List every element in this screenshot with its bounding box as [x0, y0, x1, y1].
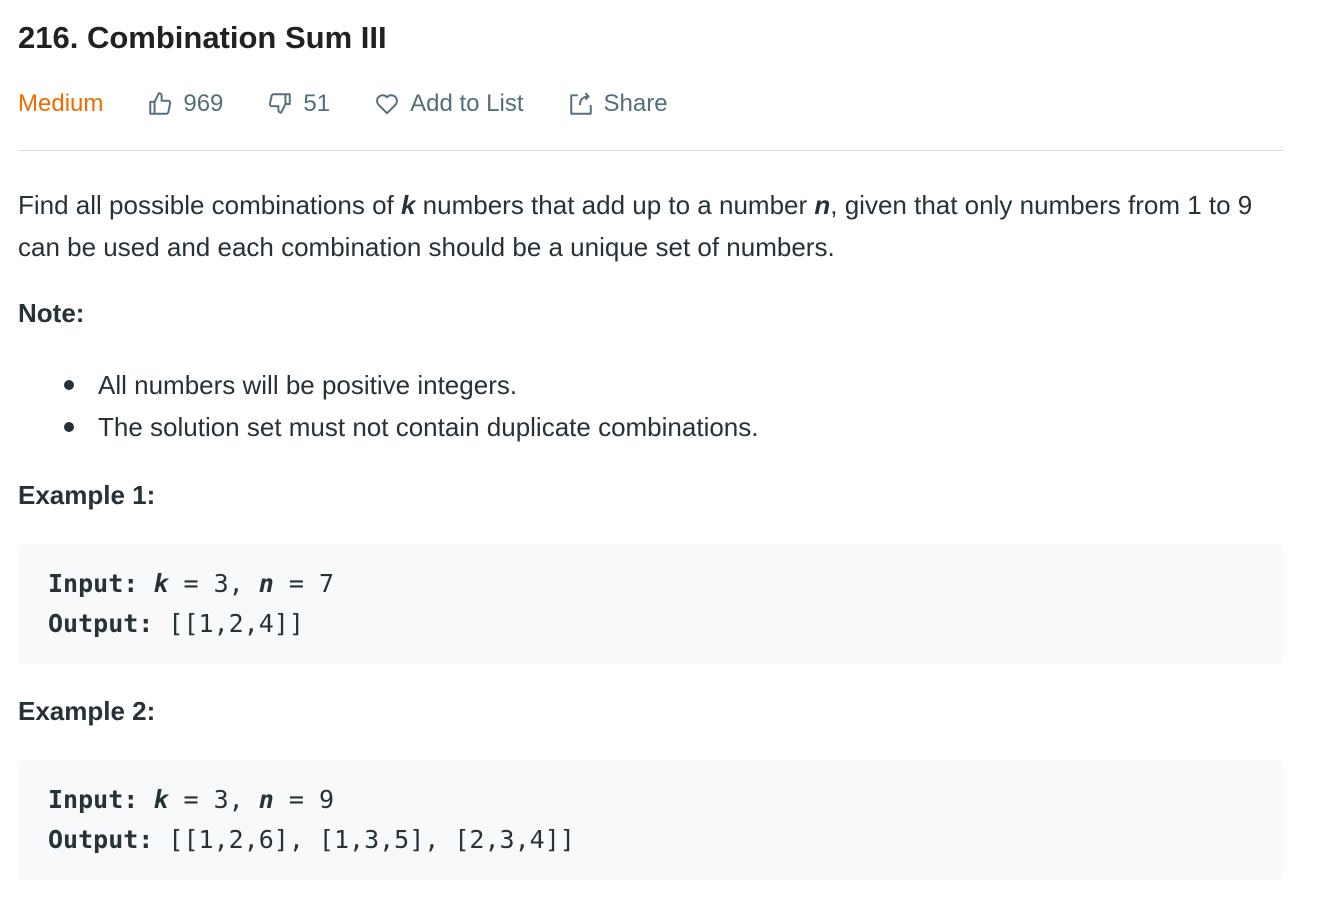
example-2-output-line: Output: [[1,2,6], [1,3,5], [2,3,4]]	[48, 820, 1284, 860]
add-to-list-button[interactable]: Add to List	[374, 90, 524, 118]
thumbs-down-icon	[267, 91, 293, 117]
example-2-heading: Example 2:	[18, 696, 156, 726]
meta-divider	[18, 150, 1284, 151]
note-list: All numbers will be positive integers. T…	[18, 364, 759, 448]
like-button[interactable]: 969	[147, 90, 223, 118]
dislike-count: 51	[303, 90, 331, 117]
dislike-button[interactable]: 51	[267, 90, 330, 118]
description-text-2: numbers that add up to a number	[415, 190, 815, 220]
note-item: All numbers will be positive integers.	[18, 364, 759, 406]
variable-n: n	[258, 569, 274, 598]
n-value: = 9	[273, 785, 335, 814]
example-2-code-block: Input: k = 3, n = 9 Output: [[1,2,6], [1…	[18, 760, 1284, 880]
difficulty-badge: Medium	[18, 90, 104, 117]
example-1-output-line: Output: [[1,2,4]]	[48, 604, 1284, 644]
variable-k: k	[400, 190, 416, 220]
input-label: Input:	[48, 785, 139, 814]
k-value: = 3,	[168, 785, 259, 814]
output-value: [[1,2,4]]	[153, 609, 304, 638]
note-item-text: All numbers will be positive integers.	[98, 370, 518, 400]
problem-meta-row: Medium 969 51 Add to List Share	[18, 86, 1284, 122]
example-1-input-line: Input: k = 3, n = 7	[48, 564, 1284, 604]
note-heading: Note:	[18, 298, 85, 328]
like-count: 969	[183, 90, 224, 117]
output-label: Output:	[48, 609, 154, 638]
share-button[interactable]: Share	[568, 90, 668, 118]
description-paragraph: Find all possible combinations of k numb…	[18, 184, 1284, 268]
example-1-heading: Example 1:	[18, 480, 156, 510]
add-to-list-label: Add to List	[410, 90, 524, 117]
example-2-input-line: Input: k = 3, n = 9	[48, 780, 1284, 820]
bullet-icon	[64, 380, 74, 390]
bullet-icon	[64, 422, 74, 432]
share-label: Share	[603, 90, 668, 117]
output-label: Output:	[48, 825, 154, 854]
k-value: = 3,	[168, 569, 259, 598]
variable-k: k	[153, 785, 169, 814]
description-text-1: Find all possible combinations of	[18, 190, 401, 220]
problem-title: 216. Combination Sum III	[18, 20, 387, 55]
thumbs-up-icon	[147, 91, 173, 117]
input-label: Input:	[48, 569, 139, 598]
variable-k: k	[153, 569, 169, 598]
heart-icon	[374, 91, 400, 117]
note-item-text: The solution set must not contain duplic…	[98, 412, 759, 442]
variable-n: n	[258, 785, 274, 814]
example-1-code-block: Input: k = 3, n = 7 Output: [[1,2,4]]	[18, 544, 1284, 664]
n-value: = 7	[273, 569, 335, 598]
problem-description: Find all possible combinations of k numb…	[18, 184, 1284, 268]
note-item: The solution set must not contain duplic…	[18, 406, 759, 448]
output-value: [[1,2,6], [1,3,5], [2,3,4]]	[153, 825, 575, 854]
variable-n: n	[814, 190, 831, 220]
share-icon	[568, 91, 594, 117]
